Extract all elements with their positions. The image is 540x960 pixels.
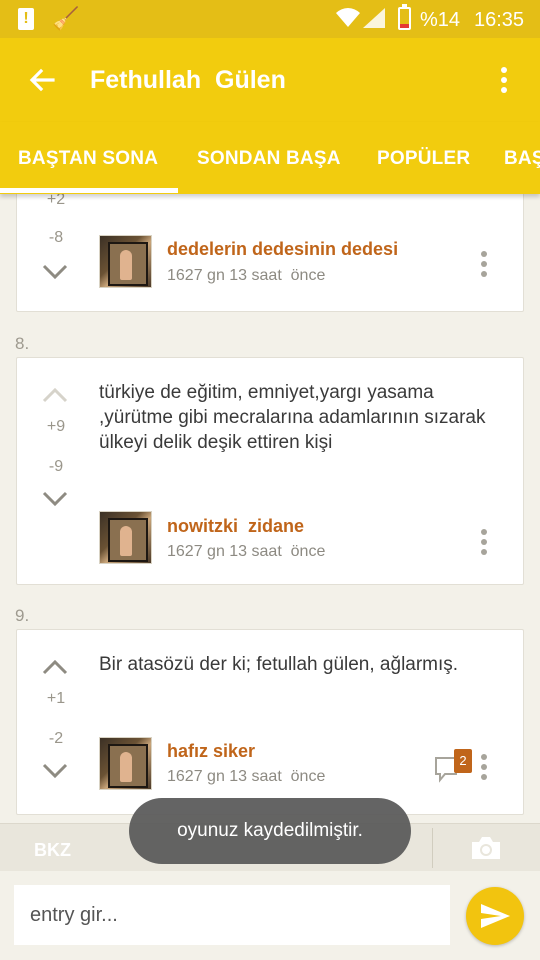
tab-sondan-basa[interactable]: SONDAN BAŞA [197,148,341,170]
upvote-chevron-icon[interactable] [41,658,69,676]
author-name[interactable]: dedelerin dedesinin dedesi [167,239,398,260]
entry-menu-icon[interactable] [479,754,489,782]
entry-timestamp: 1627 gn 13 saat önce [167,768,326,785]
downvote-count: -9 [48,458,64,475]
entry-input[interactable] [14,885,450,945]
entry-card: +1 -2 Bir atasözü der ki; fetullah gülen… [16,629,524,815]
app-bar: Fethullah Gülen [0,38,540,122]
entry-timestamp: 1627 gn 13 saat önce [167,267,326,284]
overflow-menu-icon[interactable] [496,64,512,96]
author-name[interactable]: hafız siker [167,741,255,762]
entry-menu-icon[interactable] [479,529,489,557]
divider [432,828,433,868]
upvote-count: +9 [46,418,66,435]
entry-timestamp: 1627 gn 13 saat önce [167,543,326,560]
entry-card: +9 -9 türkiye de eğitim, emniyet,yargı y… [16,357,524,585]
status-bar: ! 🧹 %14 16:35 [0,0,540,38]
comment-count-badge: 2 [454,749,472,773]
tab-next[interactable]: BAŞ [504,148,540,170]
entry-text: Bir atasözü der ki; fetullah gülen, ağla… [99,654,459,675]
send-button[interactable] [466,887,524,945]
avatar[interactable] [99,737,152,790]
entry-menu-icon[interactable] [479,251,489,279]
camera-icon[interactable] [470,835,502,861]
bkz-button[interactable]: BKZ [34,840,71,861]
signal-icon [363,8,385,28]
send-icon [481,904,510,928]
back-arrow-icon[interactable] [26,64,58,96]
upvote-chevron-icon[interactable] [41,386,69,404]
upvote-count: +1 [46,690,66,707]
battery-icon [398,4,411,30]
entry-number: 9. [15,606,30,625]
downvote-count: -8 [48,229,64,246]
active-tab-indicator [0,188,178,193]
downvote-count: -2 [48,730,64,747]
avatar[interactable] [99,235,152,288]
author-name[interactable]: nowitzki zidane [167,516,304,537]
warning-icon: ! [18,8,34,30]
downvote-chevron-icon[interactable] [41,762,69,780]
tab-populer[interactable]: POPÜLER [377,148,470,170]
tab-bar: BAŞTAN SONA SONDAN BAŞA POPÜLER BAŞ [0,122,540,194]
downvote-chevron-icon[interactable] [41,263,69,281]
avatar[interactable] [99,511,152,564]
battery-percent: %14 [420,9,461,31]
wifi-icon [336,8,360,27]
tab-bastan-sona[interactable]: BAŞTAN SONA [18,148,158,170]
entry-input-row [0,871,540,960]
clock: 16:35 [474,9,525,31]
downvote-chevron-icon[interactable] [41,490,69,508]
cleaner-icon: 🧹 [52,6,80,31]
toast-message: oyunuz kaydedilmiştir. [129,798,411,864]
entry-text: türkiye de eğitim, emniyet,yargı yasama … [99,382,486,453]
page-title: Fethullah Gülen [90,66,286,94]
entry-number: 8. [15,334,30,353]
